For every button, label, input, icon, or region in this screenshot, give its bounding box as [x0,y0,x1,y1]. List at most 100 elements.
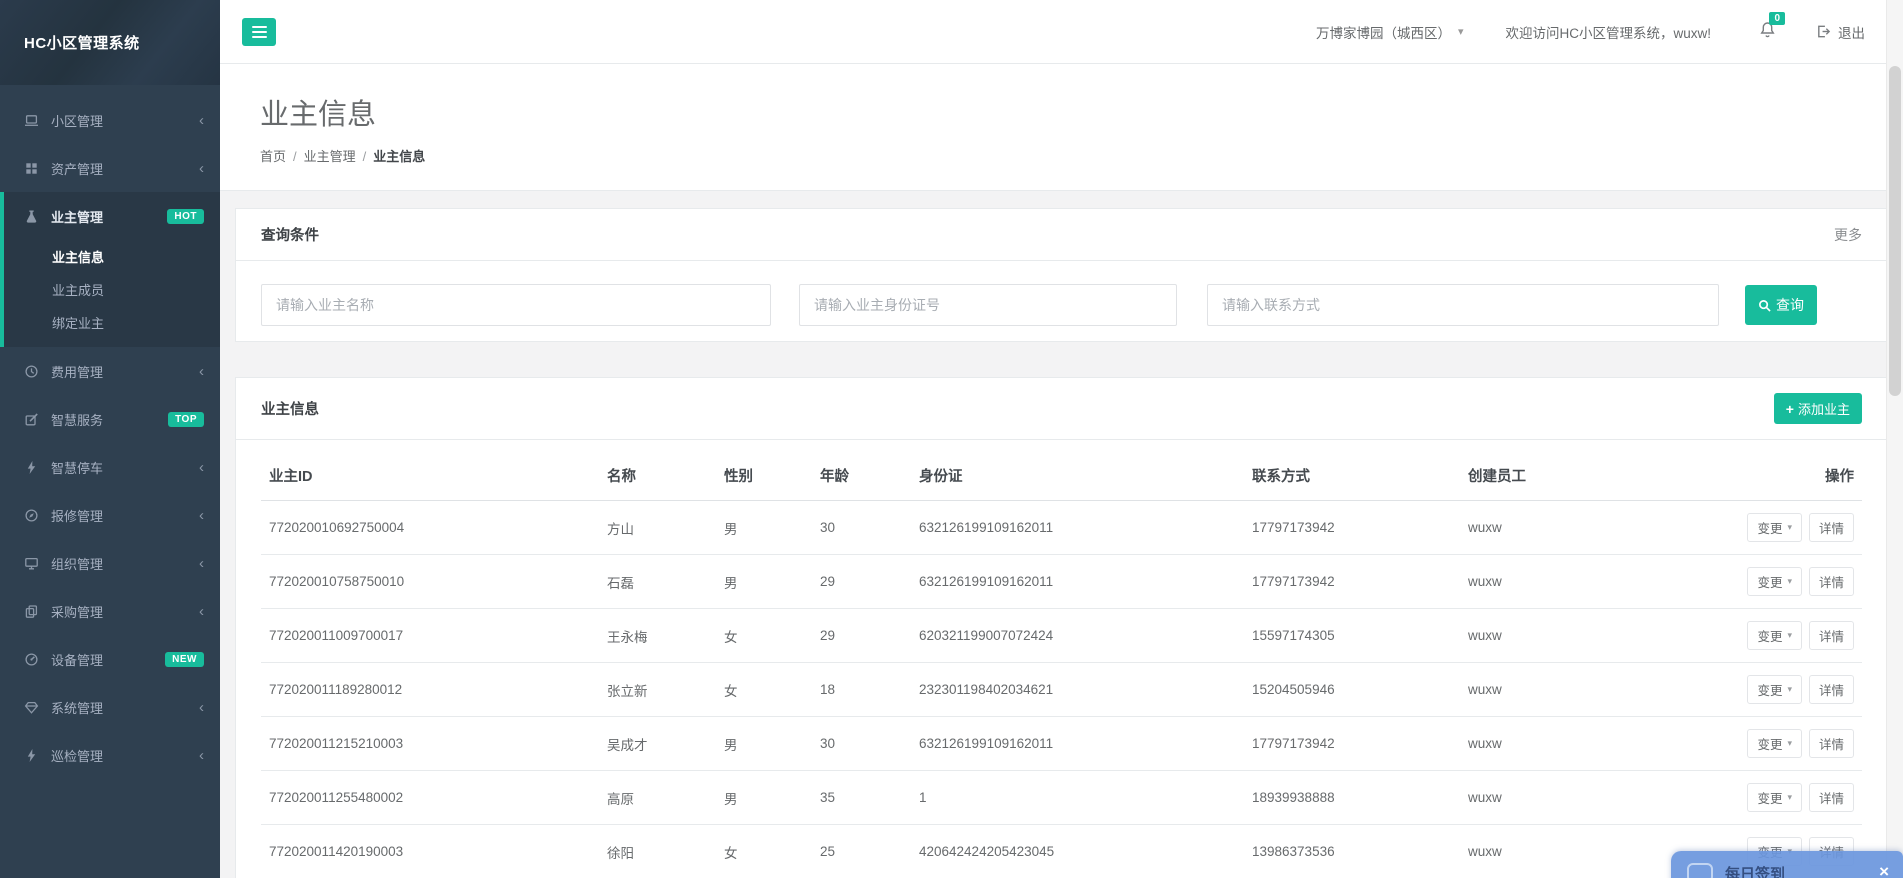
change-label: 变更 [1757,788,1782,807]
menu-badge-new: NEW [165,652,204,667]
query-input-3[interactable] [1207,284,1719,326]
sidebar-group-8: 采购管理‹ [0,587,220,635]
chat-bubble-icon [1687,863,1713,878]
cell-phone: 18939938888 [1244,771,1460,825]
table-row: 772020011420190003徐阳女2542064242420542304… [261,825,1862,878]
query-input-1[interactable] [261,284,771,326]
change-label: 变更 [1757,680,1782,699]
more-link[interactable]: 更多 [1834,225,1862,245]
vertical-scrollbar[interactable] [1886,0,1903,878]
table-row: 772020010758750010石磊男2963212619910916201… [261,555,1862,609]
cell-id: 772020010692750004 [261,501,599,555]
page-content: 业主信息 首页/业主管理/业主信息 查询条件 更多 查询 [220,64,1903,878]
cell-age: 30 [812,717,911,771]
community-selector-label: 万博家博园（城西区） [1316,22,1451,42]
detail-button[interactable]: 详情 [1809,567,1854,596]
sidebar-item-设备管理[interactable]: 设备管理 NEW [0,635,220,683]
cell-gender: 男 [716,717,812,771]
sidebar-item-采购管理[interactable]: 采购管理‹ [0,587,220,635]
chevron-down-icon: ▾ [1787,522,1792,533]
cell-id: 772020011420190003 [261,825,599,878]
add-owner-button[interactable]: + 添加业主 [1774,393,1862,424]
logout-button[interactable]: 退出 [1816,22,1865,42]
query-input-2[interactable] [799,284,1177,326]
table-row: 772020011255480002高原男35118939938888wuxw变… [261,771,1862,825]
sidebar-group-7: 组织管理‹ [0,539,220,587]
chevron-down-icon: ▾ [1458,25,1464,38]
welcome-text: 欢迎访问HC小区管理系统，wuxw! [1505,22,1711,42]
sidebar-item-业主管理[interactable]: 业主管理HOT [4,192,220,240]
cell-actions: 变更▾详情 [1720,663,1862,717]
close-icon[interactable]: × [1879,863,1889,878]
column-header-创建员工: 创建员工 [1460,448,1720,501]
sidebar-group-0: 小区管理‹ [0,96,220,144]
daily-checkin-label: 每日签到 [1725,863,1785,878]
sidebar-group-6: 报修管理‹ [0,491,220,539]
scrollbar-thumb[interactable] [1889,66,1901,396]
cell-actions: 变更 ▾ 详情 [1720,771,1862,825]
add-owner-label: 添加业主 [1798,399,1850,418]
sidebar-item-智慧服务[interactable]: 智慧服务TOP [0,395,220,443]
page-heading: 业主信息 首页/业主管理/业主信息 [220,64,1903,191]
cell-age: 25 [812,825,911,878]
owners-panel-title: 业主信息 [261,398,319,419]
change-button[interactable]: 变更▾ [1747,675,1802,704]
column-header-名称: 名称 [599,448,716,501]
cell-phone: 17797173942 [1244,555,1460,609]
cell-id: 772020011189280012 [261,663,599,717]
cell-age: 18 [812,663,911,717]
daily-checkin-widget[interactable]: 每日签到 × [1671,851,1903,878]
chevron-down-icon: ▾ [1787,792,1792,803]
detail-button[interactable]: 详情 [1809,729,1854,758]
owners-panel-header: 业主信息 + 添加业主 [236,378,1887,440]
sidebar-subitem-业主信息[interactable]: 业主信息 [4,240,220,273]
sidebar-toggle-button[interactable] [242,18,276,46]
sidebar-item-小区管理[interactable]: 小区管理‹ [0,96,220,144]
sidebar-item-系统管理[interactable]: 系统管理‹ [0,683,220,731]
change-button[interactable]: 变更▾ [1747,729,1802,758]
chevron-left-icon: ‹ [199,161,204,176]
change-button[interactable]: 变更▾ [1747,621,1802,650]
owners-table: 业主ID名称性别年龄身份证联系方式创建员工操作 7720200106927500… [261,448,1862,878]
column-header-性别: 性别 [716,448,812,501]
sidebar-item-巡检管理[interactable]: 巡检管理‹ [0,731,220,779]
table-row: 772020011009700017王永梅女296203211990070724… [261,609,1862,663]
sidebar-item-组织管理[interactable]: 组织管理‹ [0,539,220,587]
grid-icon [24,161,41,176]
detail-button[interactable]: 详情 [1809,783,1854,812]
change-button[interactable]: 变更▾ [1747,567,1802,596]
sidebar-subitem-绑定业主[interactable]: 绑定业主 [4,306,220,339]
detail-button[interactable]: 详情 [1809,621,1854,650]
gem-icon [24,700,41,715]
search-button-label: 查询 [1776,295,1804,315]
breadcrumb-item-业主管理[interactable]: 业主管理 [304,149,356,164]
change-button[interactable]: 变更 ▾ [1747,783,1802,812]
sidebar-item-label: 业主管理 [51,207,103,226]
detail-button[interactable]: 详情 [1809,513,1854,542]
change-button[interactable]: 变更▾ [1747,513,1802,542]
chevron-left-icon: ‹ [199,113,204,128]
sidebar-nav: 小区管理‹ 资产管理 ‹ 业主管理HOT业主信息业主成员绑定业主费用管理‹智慧服务TO… [0,85,220,779]
cell-actions: 变更▾详情 [1720,717,1862,771]
cell-id: 772020010758750010 [261,555,599,609]
sidebar-item-label: 组织管理 [51,554,103,573]
sidebar-item-label: 系统管理 [51,698,103,717]
sidebar-group-10: 系统管理‹ [0,683,220,731]
community-selector[interactable]: 万博家博园（城西区） ▾ [1316,22,1464,42]
sidebar-subitem-业主成员[interactable]: 业主成员 [4,273,220,306]
sidebar-item-费用管理[interactable]: 费用管理‹ [0,347,220,395]
breadcrumb-item-首页[interactable]: 首页 [260,149,286,164]
detail-button[interactable]: 详情 [1809,675,1854,704]
notifications-button[interactable]: 0 [1759,21,1776,42]
sidebar-item-label: 设备管理 [51,650,103,669]
cell-id_card: 232301198402034621 [911,663,1244,717]
sidebar-item-智慧停车[interactable]: 智慧停车‹ [0,443,220,491]
search-button[interactable]: 查询 [1745,285,1817,325]
cell-phone: 15204505946 [1244,663,1460,717]
cell-name: 徐阳 [599,825,716,878]
sidebar-item-label: 资产管理 [51,159,103,178]
cell-id_card: 632126199109162011 [911,501,1244,555]
sidebar-item-资产管理[interactable]: 资产管理 ‹ [0,144,220,192]
sidebar-item-报修管理[interactable]: 报修管理‹ [0,491,220,539]
cell-actions: 变更▾详情 [1720,609,1862,663]
